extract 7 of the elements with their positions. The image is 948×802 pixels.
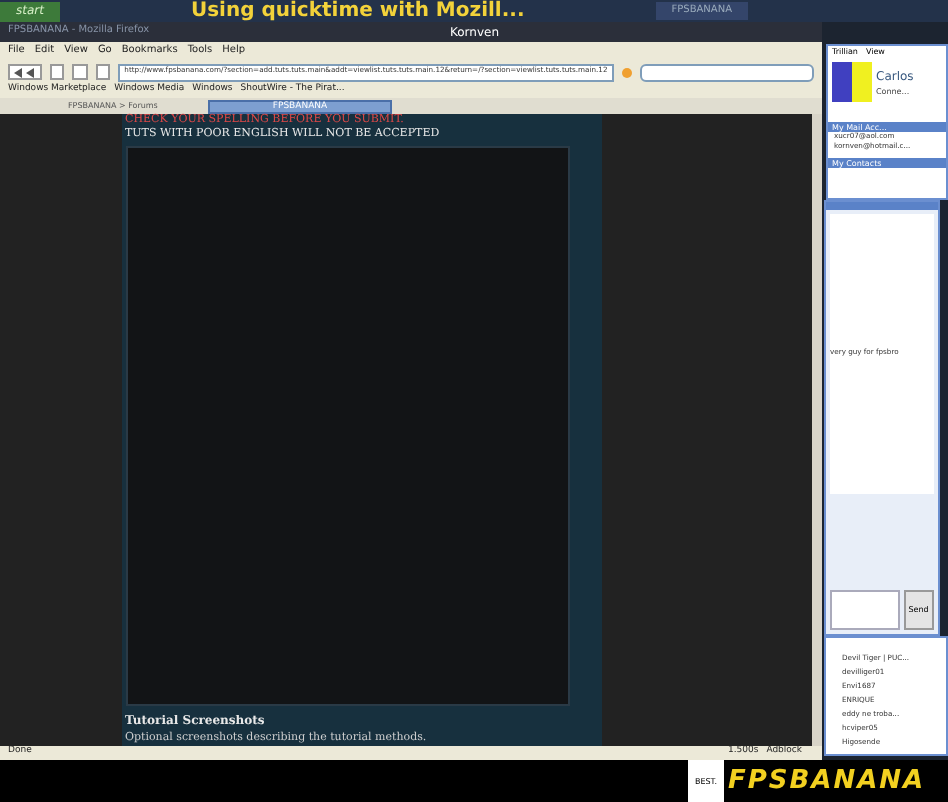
video-caption: Using quicktime with Mozill... — [190, 1, 525, 21]
back-icon[interactable] — [8, 64, 42, 81]
message-field[interactable] — [830, 590, 900, 630]
go-icon[interactable] — [622, 67, 632, 78]
avatar-icon — [832, 62, 872, 102]
search-field[interactable] — [639, 63, 814, 82]
logo: FPSBANANA — [728, 764, 928, 798]
